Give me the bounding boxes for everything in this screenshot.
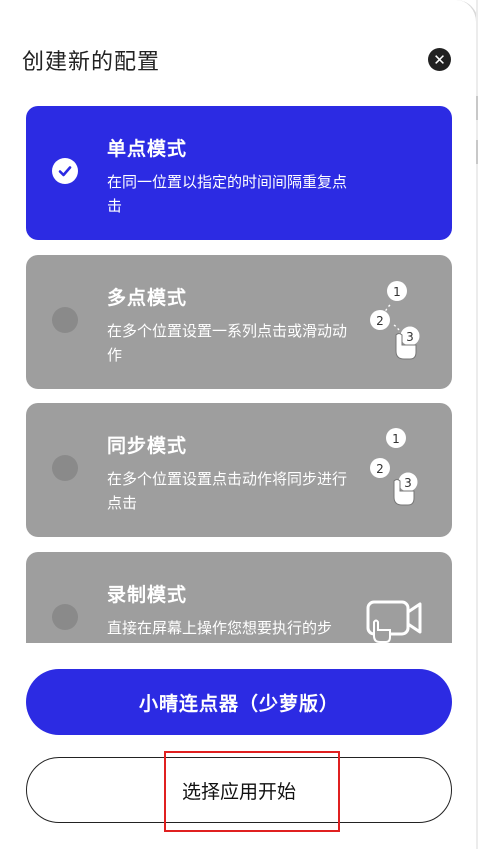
radio-unselected-icon (52, 455, 78, 481)
mode-title: 单点模式 (107, 138, 188, 160)
select-app-start-button[interactable]: 选择应用开始 (26, 757, 452, 823)
multi-tap-illustration: 1 2 3 (370, 281, 421, 360)
marker-label: 1 (393, 285, 401, 299)
config-dialog: 创建新的配置 ✕ 单点模式 在同一位置以指定的时间间隔重复点击 多点模式 在多个… (0, 0, 478, 849)
mode-card-single[interactable]: 单点模式 在同一位置以指定的时间间隔重复点击 (26, 106, 452, 240)
mode-description: 在多个位置设置点击动作将同步进行点击 (107, 470, 348, 512)
sync-tap-illustration: 1 2 3 (370, 428, 419, 506)
mode-title: 同步模式 (107, 435, 188, 457)
mode-title: 多点模式 (107, 287, 188, 309)
primary-app-button[interactable]: 小晴连点器（少萝版） (26, 669, 452, 735)
check-icon (52, 158, 78, 184)
marker-label: 1 (392, 432, 400, 446)
mode-description: 直接在屏幕上操作您想要执行的步骤，同轨操作将自动添加 (107, 619, 333, 637)
mode-list[interactable]: 单点模式 在同一位置以指定的时间间隔重复点击 多点模式 在多个位置设置一系列点击… (0, 96, 476, 643)
marker-label: 3 (406, 330, 414, 344)
mode-card-sync[interactable]: 同步模式 在多个位置设置点击动作将同步进行点击 1 2 3 (26, 403, 452, 537)
marker-label: 2 (376, 314, 384, 328)
mode-title: 录制模式 (107, 584, 188, 606)
marker-label: 2 (376, 462, 384, 476)
video-record-icon (366, 600, 422, 643)
dialog-title: 创建新的配置 (22, 50, 161, 75)
mode-description: 在同一位置以指定的时间间隔重复点击 (107, 173, 348, 215)
mode-card-multi[interactable]: 多点模式 在多个位置设置一系列点击或滑动动作 1 2 3 (26, 255, 452, 389)
close-icon[interactable]: ✕ (428, 48, 451, 71)
radio-unselected-icon (52, 307, 78, 333)
marker-label: 3 (404, 476, 412, 490)
radio-unselected-icon (52, 604, 78, 630)
mode-description: 在多个位置设置一系列点击或滑动动作 (107, 322, 348, 364)
mode-card-record[interactable]: 录制模式 直接在屏幕上操作您想要执行的步骤，同轨操作将自动添加 (26, 552, 452, 643)
